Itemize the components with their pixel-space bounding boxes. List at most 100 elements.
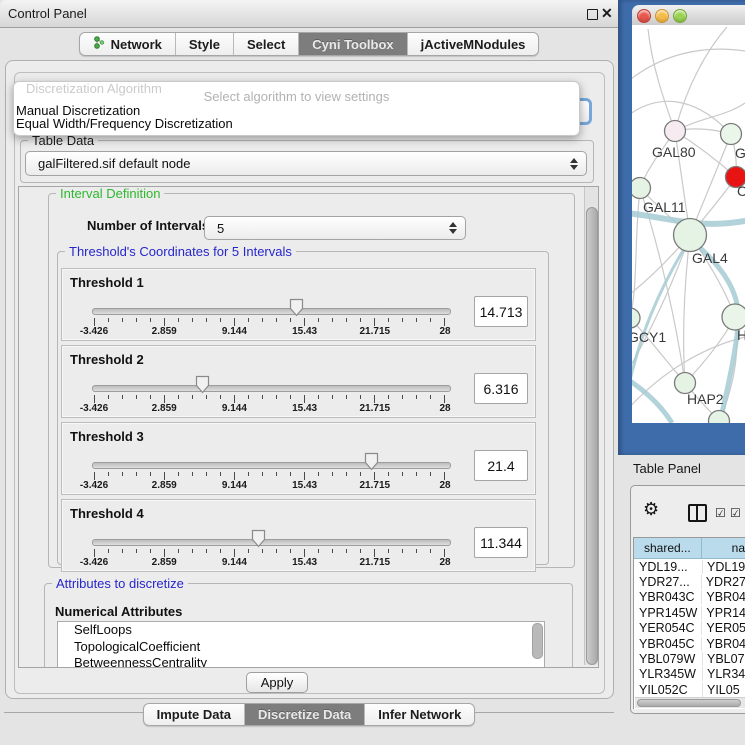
settings-scrollbar-thumb[interactable] <box>586 207 598 665</box>
table-data-combobox[interactable]: galFiltered.sif default node <box>25 151 587 176</box>
network-edge[interactable] <box>648 29 675 131</box>
network-edge-thick[interactable] <box>632 377 672 423</box>
slider-thumb[interactable] <box>289 298 304 317</box>
slider-thumb[interactable] <box>251 529 266 548</box>
minimize-traffic-light-icon[interactable] <box>655 9 669 23</box>
table-cell: YPR145W <box>634 606 702 620</box>
table-hscrollbar-track[interactable] <box>635 697 745 708</box>
float-window-icon[interactable] <box>587 9 598 20</box>
attribute-item-selfloops[interactable]: SelfLoops <box>58 622 544 639</box>
tab-label: Style <box>189 37 220 52</box>
node-label-gal80: GAL80 <box>652 144 696 160</box>
table-cell: YBR04 <box>702 637 745 651</box>
threshold-value-field[interactable]: 6.316 <box>474 373 528 404</box>
table-cell: YBR04 <box>702 590 745 604</box>
slider-tick-label: 15.43 <box>292 403 317 414</box>
slider-thumb[interactable] <box>195 375 210 394</box>
table-hscrollbar-thumb[interactable] <box>637 699 741 707</box>
table-row[interactable]: YIL052CYIL05 <box>634 682 745 697</box>
attribute-item-topologicalcoefficient[interactable]: TopologicalCoefficient <box>58 639 544 656</box>
table-row[interactable]: YPR145WYPR14 <box>634 605 745 620</box>
gal4-node[interactable] <box>674 219 707 252</box>
slider-thumb[interactable] <box>364 452 379 471</box>
column-layout-icon[interactable] <box>688 504 707 522</box>
network-canvas[interactable]: GAL80GACGAL11GAL4GCY1HHAP2 <box>632 25 745 423</box>
threshold-value-field[interactable]: 21.4 <box>474 450 528 481</box>
gcy1-node[interactable] <box>632 308 640 328</box>
tab-infer-network[interactable]: Infer Network <box>365 704 474 725</box>
zoom-traffic-light-icon[interactable] <box>673 9 687 23</box>
tab-network[interactable]: Network <box>80 33 176 55</box>
algorithm-option-equal-width-frequency-discretization[interactable]: Equal Width/Frequency Discretization <box>16 116 233 129</box>
table-row[interactable]: YER054CYER05 <box>634 621 745 636</box>
slider-tick-label: 2.859 <box>152 557 177 568</box>
gal80-node[interactable] <box>665 121 686 142</box>
slider-tick-label: -3.426 <box>80 403 108 414</box>
network-edge[interactable] <box>675 27 727 131</box>
gal11-node[interactable] <box>632 178 651 199</box>
tab-style[interactable]: Style <box>176 33 234 55</box>
slider-track[interactable] <box>92 539 451 546</box>
network-edge[interactable] <box>632 188 640 318</box>
attributes-list-scrollbar[interactable] <box>532 623 543 659</box>
algorithm-dropdown-popup: Discretization Algorithm Select algorith… <box>13 81 580 136</box>
node-label-gal11: GAL11 <box>643 199 686 215</box>
control-panel-titlebar: Control Panel ✕ <box>0 0 618 28</box>
table-row[interactable]: YDR27...YDR27 <box>634 574 745 589</box>
number-of-intervals-spinner[interactable]: 5 <box>204 216 466 240</box>
threshold-label: Threshold 3 <box>70 429 144 444</box>
close-icon[interactable]: ✕ <box>601 5 613 22</box>
tab-cyni-toolbox[interactable]: Cyni Toolbox <box>299 33 407 55</box>
column-header-shared-[interactable]: shared... <box>634 538 702 559</box>
table-row[interactable]: YDL19...YDL19 <box>634 559 745 574</box>
table-cell: YBL079W <box>634 652 703 666</box>
slider-tick-label: 21.715 <box>360 480 391 491</box>
algorithm-prompt-item[interactable]: Select algorithm to view settings <box>14 89 579 104</box>
slider-tick-label: 2.859 <box>152 403 177 414</box>
threshold-2-panel: Threshold 2-3.4262.8599.14415.4321.71528… <box>61 345 536 418</box>
threshold-3-panel: Threshold 3-3.4262.8599.14415.4321.71528… <box>61 422 536 495</box>
network-edge[interactable] <box>632 318 685 383</box>
slider-ticks <box>94 472 445 480</box>
tab-discretize-data[interactable]: Discretize Data <box>245 704 365 725</box>
tab-label: Discretize Data <box>258 707 351 722</box>
table-header-row: shared...na <box>634 538 745 559</box>
slider-track[interactable] <box>92 462 451 469</box>
network-edge[interactable] <box>632 49 745 83</box>
numerical-attributes-list[interactable]: SelfLoopsTopologicalCoefficientBetweenne… <box>57 621 545 668</box>
table-row[interactable]: YBL079WYBL07 <box>634 651 745 666</box>
slider-track[interactable] <box>92 308 451 315</box>
gear-icon[interactable]: ⚙ <box>643 500 659 518</box>
spinner-arrows-icon <box>448 222 457 234</box>
bottom-tab-bar: Impute Data Discretize Data Infer Network <box>0 703 618 726</box>
threshold-label: Threshold 4 <box>70 506 144 521</box>
apply-button[interactable]: Apply <box>246 672 308 693</box>
slider-tick-label: 28 <box>439 403 450 414</box>
threshold-value-field[interactable]: 14.713 <box>474 296 528 327</box>
slider-tick-label: 21.715 <box>360 326 391 337</box>
algorithm-option-manual-discretization[interactable]: Manual Discretization <box>16 103 140 116</box>
tab-impute-data[interactable]: Impute Data <box>144 704 245 725</box>
top-right-node[interactable] <box>721 124 742 145</box>
attributes-groupbox: Attributes to discretize Numerical Attri… <box>44 583 573 668</box>
table-cell: YIL052C <box>634 683 703 697</box>
column-header-na[interactable]: na <box>702 538 745 559</box>
tab-jactivemnodules[interactable]: jActiveMNodules <box>408 33 539 55</box>
close-traffic-light-icon[interactable] <box>637 9 651 23</box>
slider-tick-label: -3.426 <box>80 326 108 337</box>
slider-track[interactable] <box>92 385 451 392</box>
tab-label: Select <box>247 37 285 52</box>
threshold-label: Threshold 1 <box>70 275 144 290</box>
tab-select[interactable]: Select <box>234 33 299 55</box>
settings-scrollbar-track[interactable] <box>584 187 598 665</box>
checkbox-icon[interactable]: ☑ <box>715 506 726 520</box>
node-table[interactable]: shared...na YDL19...YDL19YDR27...YDR27YB… <box>633 537 745 709</box>
table-row[interactable]: YBR043CYBR04 <box>634 590 745 605</box>
threshold-value-field[interactable]: 11.344 <box>474 527 528 558</box>
table-row[interactable]: YLR345WYLR34 <box>634 667 745 682</box>
table-row[interactable]: YBR045CYBR04 <box>634 636 745 651</box>
checkbox-icon[interactable]: ☑ <box>730 506 741 520</box>
slider-tick-label: 15.43 <box>292 480 317 491</box>
attribute-item-betweennesscentrality[interactable]: BetweennessCentrality <box>58 655 544 668</box>
threshold-list: Threshold 1-3.4262.8599.14415.4321.71528… <box>61 268 536 576</box>
